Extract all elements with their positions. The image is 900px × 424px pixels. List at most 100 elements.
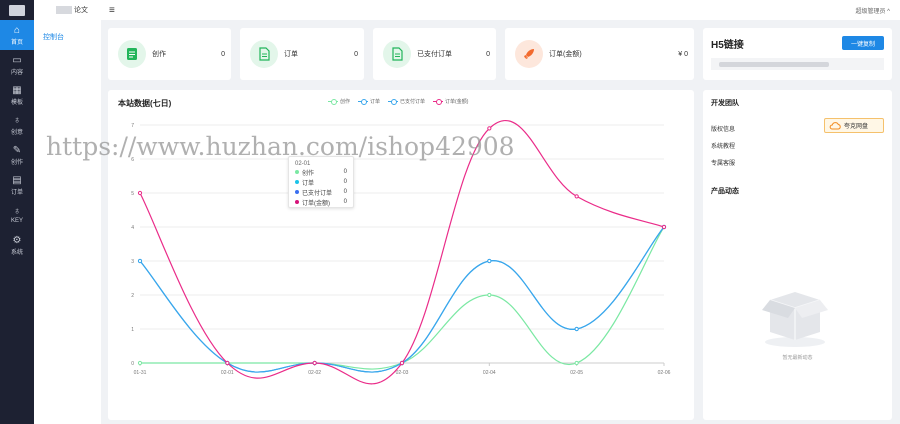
app-logo[interactable]	[0, 0, 34, 20]
data-point[interactable]	[399, 360, 405, 366]
left-rail: ⌂ 首页 ▭ 内容 ▦ 模板 ♁ 创意 ✎ 创作 ▤ 订单 ♁ KEY ⚙ 系统	[0, 0, 34, 424]
stat-card-order-amount: 订单(金额) ¥ 0	[505, 28, 694, 80]
data-point[interactable]	[487, 258, 492, 264]
stat-value: 0	[221, 50, 225, 58]
rail-item-label: 内容	[10, 69, 23, 76]
user-menu[interactable]: 超级管理员 ^	[856, 6, 890, 15]
series-line	[139, 226, 665, 373]
link-copyright[interactable]: 版权信息	[711, 124, 735, 133]
legend-swatch	[433, 99, 444, 105]
tooltip-series-value: 0	[343, 169, 347, 175]
h5-link-card: H5链接 一键复制	[703, 28, 892, 80]
rail-item-label: 系统	[10, 249, 23, 256]
sub-sidebar: 论文 控制台	[34, 0, 101, 424]
data-point[interactable]	[574, 326, 579, 332]
legend-item[interactable]: 已支付订单	[388, 98, 425, 105]
data-point[interactable]	[661, 224, 667, 230]
series-line	[139, 120, 665, 385]
rail-item-label: 创作	[10, 159, 23, 166]
stat-value: ¥ 0	[678, 50, 688, 58]
y-tick-label: 6	[131, 157, 134, 163]
legend-label: 订单(金额)	[445, 99, 469, 105]
line-chart: 0 1 2 3 4 5 6 7 01-31 02-01 02-02 02-03 02-04 02-05 02…	[131, 120, 671, 385]
rocket-icon	[515, 40, 543, 68]
y-tick-label: 4	[131, 225, 134, 231]
rail-item-7[interactable]: ⚙ 系统	[0, 230, 34, 260]
tooltip-dot	[295, 180, 299, 184]
pen-icon: ✎	[12, 144, 22, 156]
legend-item[interactable]: 创作	[328, 98, 350, 105]
data-point[interactable]	[574, 360, 579, 366]
x-tick-label: 02-03	[396, 370, 409, 376]
data-point[interactable]	[487, 292, 492, 298]
rail-item-3[interactable]: ♁ 创意	[0, 110, 34, 140]
tooltip-series-name: 订单(金额)	[302, 200, 330, 207]
person-icon: ♁	[13, 114, 21, 126]
rail-item-0[interactable]: ⌂ 首页	[0, 20, 34, 50]
data-point[interactable]	[312, 360, 317, 366]
data-point[interactable]	[137, 258, 143, 264]
top-bar: ≡ 超级管理员 ^	[101, 0, 900, 20]
y-tick-label: 0	[131, 361, 134, 367]
dev-team-card: 开发团队 版权信息 系统教程 专属客服 夸克网盘 产品动态 暂无最新动态	[703, 90, 892, 420]
stat-label: 创作	[152, 51, 166, 58]
menu-toggle-icon[interactable]: ≡	[109, 5, 115, 16]
tooltip-series-name: 订单	[302, 180, 315, 187]
netdisk-button[interactable]: 夸克网盘	[824, 118, 884, 133]
tooltip-series-name: 已支付订单	[302, 190, 333, 197]
data-point[interactable]	[487, 126, 492, 131]
tooltip-dot	[295, 190, 299, 194]
legend-label: 已支付订单	[400, 99, 426, 105]
product-news-title: 产品动态	[711, 188, 739, 195]
h5-link-field[interactable]	[711, 58, 884, 70]
subnav-item-dashboard[interactable]: 控制台	[34, 32, 101, 42]
grid-icon: ▦	[12, 84, 22, 96]
data-point[interactable]	[574, 194, 579, 199]
tooltip-dot	[295, 170, 299, 174]
tooltip-series-value: 0	[343, 179, 347, 185]
copy-button[interactable]: 一键复制	[842, 36, 884, 50]
chart-title: 本站数据(七日)	[118, 99, 172, 108]
legend-item[interactable]: 订单(金额)	[433, 98, 468, 105]
rail-item-6[interactable]: ♁ KEY	[0, 200, 34, 230]
x-tick-label: 02-06	[658, 370, 671, 376]
x-tick-label: 02-01	[221, 370, 234, 376]
rail-item-5[interactable]: ▤ 订单	[0, 170, 34, 200]
stat-value: 0	[486, 50, 490, 58]
empty-box-icon	[762, 292, 828, 347]
dev-title: 开发团队	[711, 100, 739, 107]
data-point[interactable]	[137, 360, 143, 366]
stat-card-paid-orders: 已支付订单 0	[373, 28, 496, 80]
creation-icon	[118, 40, 146, 68]
stat-label: 订单	[284, 51, 298, 58]
data-point[interactable]	[137, 190, 143, 196]
legend-item[interactable]: 订单	[358, 98, 380, 105]
y-tick-label: 3	[131, 259, 134, 265]
list-icon: ▤	[12, 174, 22, 186]
key-icon: ♁	[13, 206, 21, 217]
data-point[interactable]	[225, 360, 230, 366]
legend-swatch	[328, 99, 338, 105]
legend-swatch	[358, 99, 369, 105]
rail-item-label: 订单	[10, 189, 23, 196]
legend-label: 订单	[370, 99, 381, 105]
home-icon: ⌂	[13, 24, 21, 36]
x-tick-label: 01-31	[134, 370, 147, 376]
netdisk-label: 夸克网盘	[844, 124, 869, 130]
tooltip-row: 订单 0	[295, 177, 347, 187]
stat-card-creation: 创作 0	[108, 28, 231, 80]
link-tutorial[interactable]: 系统教程	[711, 141, 735, 150]
series-line	[140, 226, 665, 370]
y-tick-label: 7	[131, 123, 134, 129]
rail-item-4[interactable]: ✎ 创作	[0, 140, 34, 170]
x-tick-label: 02-04	[483, 370, 496, 376]
rail-item-1[interactable]: ▭ 内容	[0, 50, 34, 80]
x-tick-label: 02-05	[570, 370, 583, 376]
stat-card-orders: 订单 0	[240, 28, 364, 80]
link-support[interactable]: 专属客服	[711, 158, 735, 167]
y-tick-label: 5	[131, 191, 134, 197]
rail-item-2[interactable]: ▦ 模板	[0, 80, 34, 110]
y-tick-label: 2	[131, 293, 134, 299]
chart-legend[interactable]: 创作 订单 已支付订单 订单(金额)	[328, 98, 468, 105]
chart-tooltip: 02-01 创作 0 订单 0 已支付订单 0 订单(金额) 0	[288, 156, 354, 208]
